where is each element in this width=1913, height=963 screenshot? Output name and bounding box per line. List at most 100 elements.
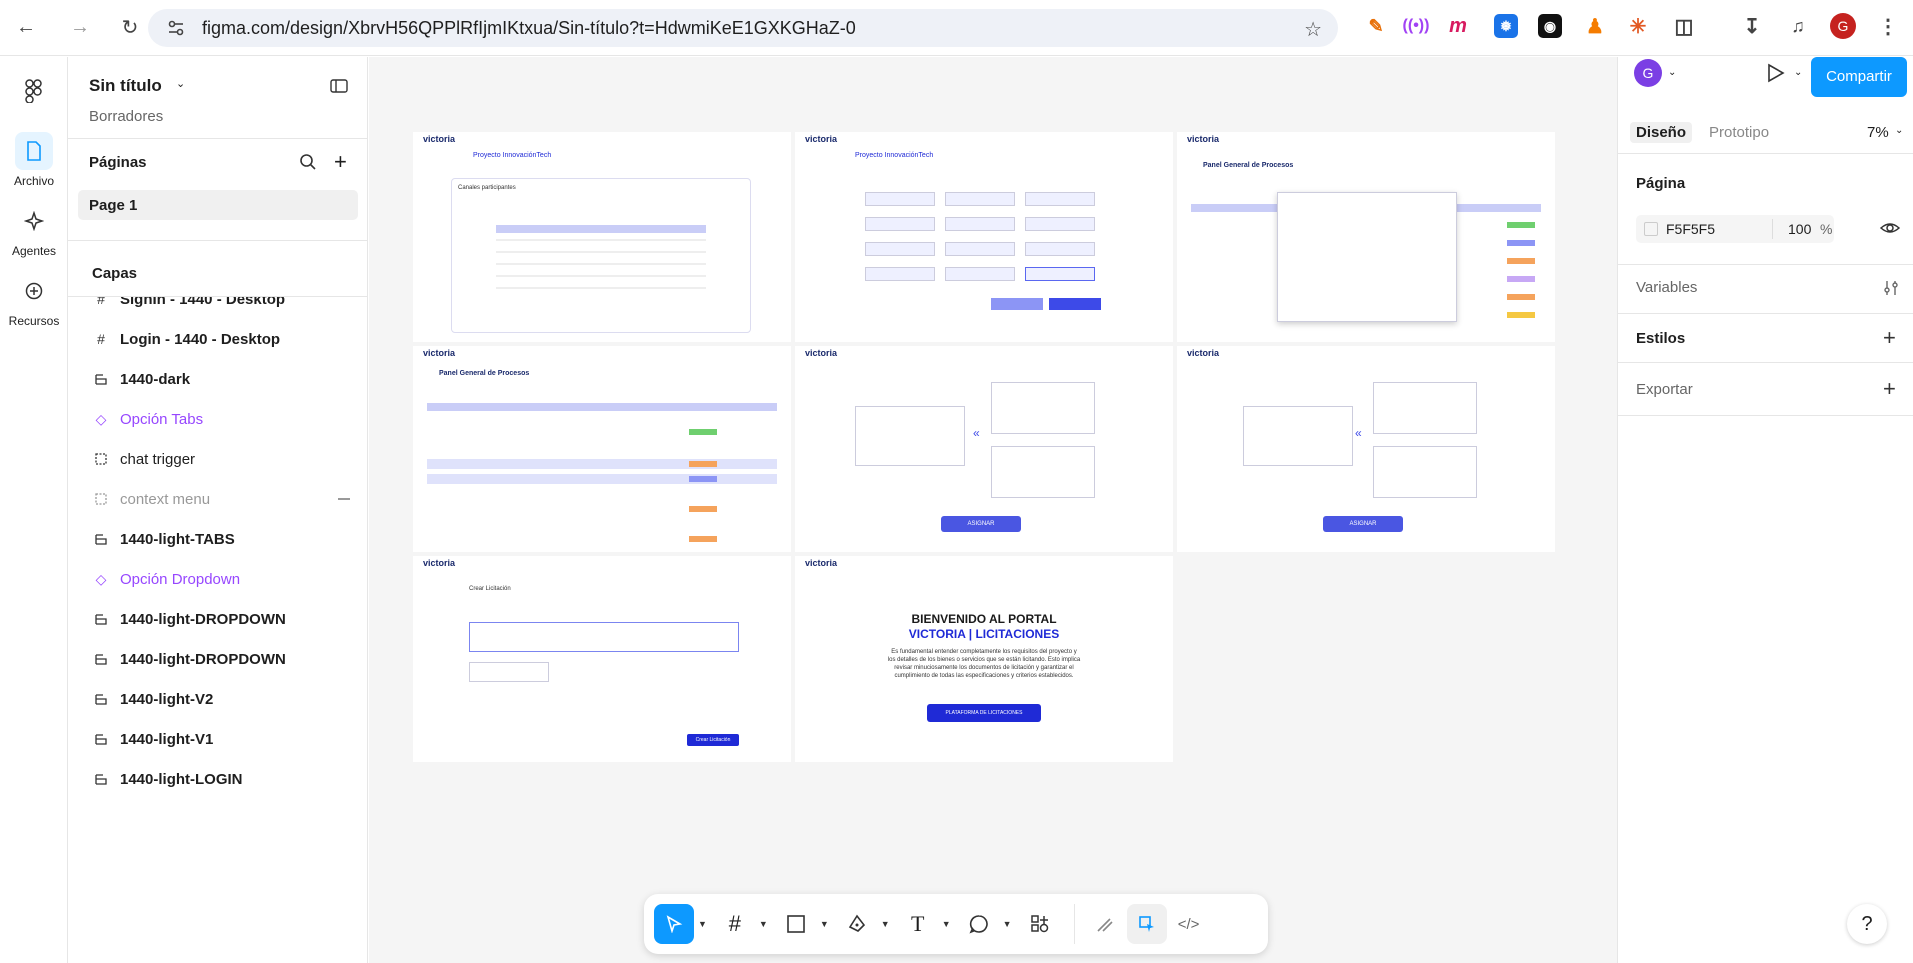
canvas-frame[interactable]: victoria BIENVENIDO AL PORTAL VICTORIA |… <box>795 556 1173 762</box>
layer-item[interactable]: 1440-light-TABS <box>94 529 235 549</box>
pen-tool-icon[interactable] <box>837 904 877 944</box>
chevron-down-icon[interactable]: ▼ <box>759 919 768 929</box>
comment-tool-icon[interactable] <box>959 904 999 944</box>
file-icon[interactable] <box>15 132 53 170</box>
hidden-eye-icon[interactable]: ⎯⎯ <box>338 491 350 506</box>
add-export-icon[interactable]: + <box>1883 376 1896 402</box>
chevron-down-icon[interactable]: ⌄ <box>1895 125 1903 136</box>
browser-menu-icon[interactable]: ⋮ <box>1876 14 1900 38</box>
help-button[interactable]: ? <box>1847 904 1887 944</box>
canvas-frame[interactable]: victoria « ASIGNAR <box>1177 346 1555 552</box>
zoom-level[interactable]: 7% <box>1867 124 1889 141</box>
agentes-tab[interactable]: Agentes <box>0 202 68 258</box>
figma-menu[interactable] <box>0 72 68 114</box>
visibility-eye-icon[interactable] <box>1879 218 1901 243</box>
chevron-down-icon[interactable]: ▼ <box>881 919 890 929</box>
add-page-icon[interactable]: + <box>334 149 347 175</box>
page-item-page-1[interactable]: Page 1 <box>78 190 358 220</box>
canvas-frame[interactable]: victoria Proyecto InnovaciónTech Canales… <box>413 132 791 342</box>
line-list <box>991 382 1095 434</box>
add-style-icon[interactable]: + <box>1883 325 1896 351</box>
page-color-value[interactable]: F5F5F5 <box>1666 221 1715 237</box>
chevron-down-icon[interactable]: ▼ <box>820 919 829 929</box>
site-settings-icon[interactable] <box>166 18 186 38</box>
rectangle-tool-icon[interactable] <box>776 904 816 944</box>
pen-extension-icon[interactable]: ✎ <box>1364 14 1388 38</box>
archivo-tab[interactable]: Archivo <box>0 132 68 188</box>
dev-mode-icon[interactable]: </> <box>1169 904 1209 944</box>
tab-diseno[interactable]: Diseño <box>1630 122 1693 143</box>
channel-list <box>991 446 1095 498</box>
bookmark-star-icon[interactable]: ☆ <box>1304 17 1322 42</box>
page-opacity-value[interactable]: 100 <box>1788 221 1811 237</box>
extensions-puzzle-icon[interactable]: ◫ <box>1672 14 1696 38</box>
layer-item[interactable]: ◇ Opción Tabs <box>94 409 204 429</box>
color-swatch[interactable] <box>1644 222 1658 236</box>
actions-tool-icon[interactable] <box>1020 904 1060 944</box>
chevron-down-icon[interactable]: ▼ <box>698 919 707 929</box>
download-icon[interactable]: ↧ <box>1740 14 1764 38</box>
design-mode-icon[interactable] <box>1126 904 1167 944</box>
component-icon: ◇ <box>95 570 107 587</box>
layer-item[interactable]: 1440-light-DROPDOWN <box>94 649 286 669</box>
snowflake-extension-icon[interactable]: ❅ <box>1494 14 1518 38</box>
variables-settings-icon[interactable] <box>1882 279 1900 302</box>
text-tool-icon[interactable]: T <box>898 904 938 944</box>
frame-title: Proyecto InnovaciónTech <box>855 152 934 159</box>
canvas-frame[interactable]: victoria Crear Licitación Crear Licitaci… <box>413 556 791 762</box>
address-bar[interactable]: figma.com/design/XbrvH56QPPlRfIjmIKtxua/… <box>148 9 1338 47</box>
media-control-icon[interactable]: ♫ <box>1786 14 1810 38</box>
design-canvas[interactable]: victoria Proyecto InnovaciónTech Canales… <box>369 57 1617 963</box>
sparkle-icon[interactable] <box>15 202 53 240</box>
tab-prototipo[interactable]: Prototipo <box>1709 124 1769 141</box>
url-text[interactable]: figma.com/design/XbrvH56QPPlRfIjmIKtxua/… <box>202 18 856 39</box>
recursos-tab[interactable]: Recursos <box>0 272 68 328</box>
broadcast-extension-icon[interactable]: ((•)) <box>1403 14 1430 38</box>
layer-item[interactable]: 1440-light-DROPDOWN <box>94 609 286 629</box>
search-pages-icon[interactable] <box>299 153 317 176</box>
canvas-frame[interactable]: victoria « ASIGNAR <box>795 346 1173 552</box>
layer-item[interactable]: 1440-light-V2 <box>94 689 213 709</box>
page-color-field[interactable]: F5F5F5 100 % <box>1636 215 1834 243</box>
browser-toolbar: ← → ↻ figma.com/design/XbrvH56QPPlRfIjmI… <box>0 0 1913 56</box>
chevron-down-icon[interactable]: ▼ <box>942 919 951 929</box>
camera-extension-icon[interactable]: ◉ <box>1538 14 1562 38</box>
figma-logo-icon[interactable] <box>15 72 53 110</box>
ai-extension-icon[interactable]: ✳ <box>1626 14 1650 38</box>
sidebar-toggle-icon[interactable] <box>330 79 348 98</box>
forward-icon[interactable]: → <box>68 16 92 40</box>
frame-tool-icon[interactable]: # <box>715 904 755 944</box>
layer-item[interactable]: 1440-light-V1 <box>94 729 213 749</box>
canvas-frame[interactable]: victoria Panel General de Procesos <box>1177 132 1555 342</box>
back-icon[interactable]: ← <box>14 16 38 40</box>
browser-profile-avatar[interactable]: G <box>1830 13 1856 39</box>
recursos-label: Recursos <box>8 314 60 328</box>
canvas-frame[interactable]: victoria Panel General de Procesos <box>413 346 791 552</box>
share-button[interactable]: Compartir <box>1811 57 1907 97</box>
chess-extension-icon[interactable]: ♟ <box>1583 14 1607 38</box>
layer-item[interactable]: 1440-light-LOGIN <box>94 769 243 789</box>
page-item-label: Page 1 <box>89 197 138 214</box>
layer-item[interactable]: # Login - 1440 - Desktop <box>94 329 280 349</box>
chevron-down-icon[interactable]: ⌄ <box>1668 67 1676 78</box>
canvas-frame[interactable]: victoria Proyecto InnovaciónTech <box>795 132 1173 342</box>
reload-icon[interactable]: ↻ <box>118 16 142 40</box>
m-extension-icon[interactable]: m <box>1446 14 1470 38</box>
move-tool-icon[interactable] <box>654 904 694 944</box>
user-avatar[interactable]: G <box>1634 59 1662 87</box>
chevron-down-icon[interactable]: ▼ <box>1003 919 1012 929</box>
option-card <box>865 267 935 281</box>
layer-item[interactable]: # SignIn - 1440 - Desktop <box>94 297 285 309</box>
present-play-icon[interactable] <box>1764 62 1786 89</box>
layer-item[interactable]: ◇ Opción Dropdown <box>94 569 240 589</box>
chevron-down-icon[interactable]: ⌄ <box>1794 67 1802 78</box>
file-title[interactable]: Sin título <box>89 76 162 96</box>
drafts-label[interactable]: Borradores <box>89 108 163 125</box>
draw-mode-icon[interactable] <box>1085 904 1125 944</box>
plus-circle-icon[interactable] <box>15 272 53 310</box>
layer-item[interactable]: 1440-dark <box>94 369 190 389</box>
file-title-chevron-icon[interactable]: ⌄ <box>176 77 185 90</box>
layer-label: 1440-light-V1 <box>120 730 214 748</box>
layer-item[interactable]: context menu <box>94 489 210 509</box>
layer-item[interactable]: chat trigger <box>94 449 195 469</box>
